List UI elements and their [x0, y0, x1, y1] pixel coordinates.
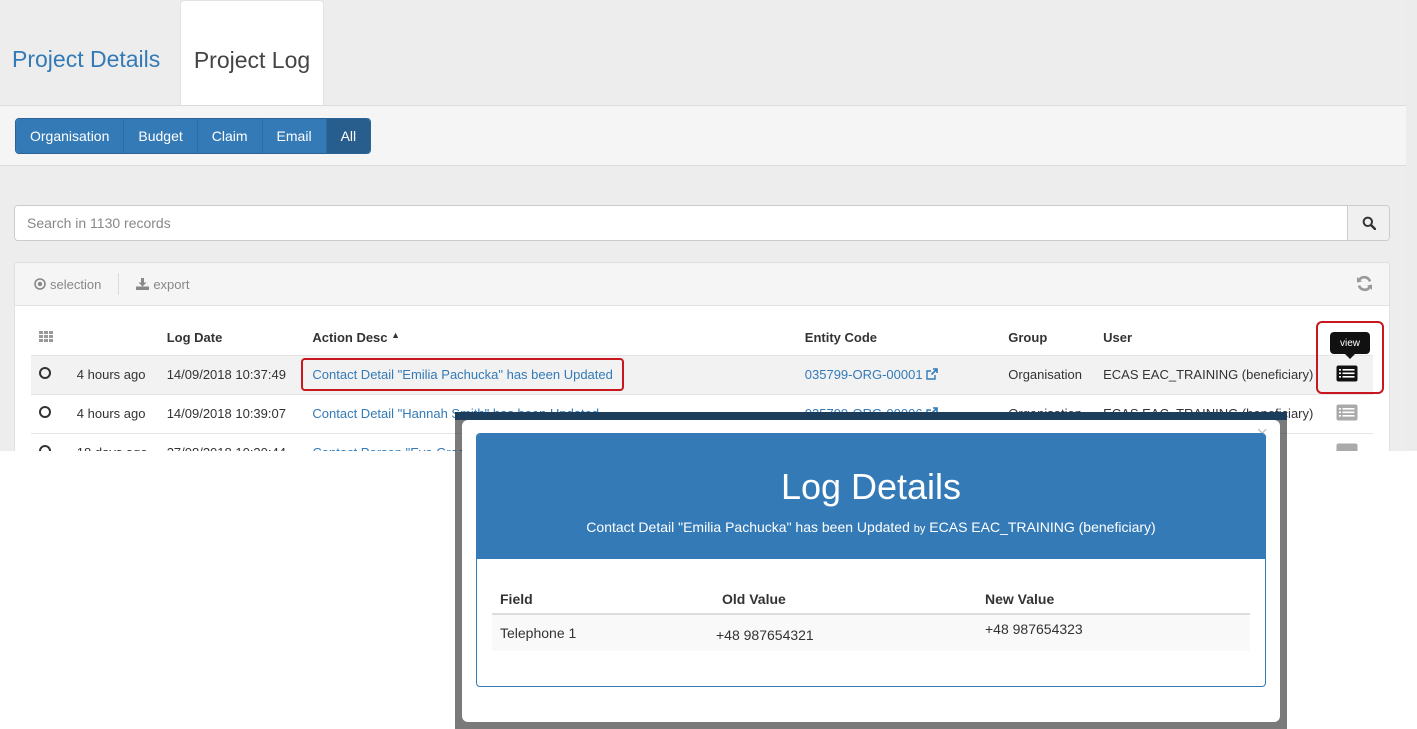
modal-subtitle-action: Contact Detail "Emilia Pachucka" has bee…: [586, 519, 910, 535]
change-old-value: +48 987654321: [714, 614, 977, 651]
row-relative-time: 18 days ago: [68, 432, 159, 451]
header-relative-time: [69, 321, 159, 355]
filter-budget-button[interactable]: Budget: [124, 119, 198, 153]
header-log-date[interactable]: Log Date: [159, 321, 305, 355]
modal-subtitle-by: by: [913, 523, 926, 535]
filter-button-group: Organisation Budget Claim Email All: [15, 118, 372, 154]
list-icon: [1336, 404, 1358, 420]
modal-header: Log Details Contact Detail "Emilia Pachu…: [477, 434, 1265, 559]
modal-backdrop-edge: [455, 412, 1287, 420]
header-action-desc[interactable]: Action Desc ▲: [304, 321, 796, 355]
search-input[interactable]: [15, 206, 1347, 240]
filter-organisation-button[interactable]: Organisation: [16, 119, 125, 153]
row-action-desc-cell: Contact Detail "Emilia Pachucka" has bee…: [301, 354, 797, 394]
row-log-date: 14/09/2018 10:39:07: [158, 393, 305, 433]
modal-subtitle: Contact Detail "Emilia Pachucka" has bee…: [477, 519, 1265, 535]
list-icon: [1336, 443, 1358, 451]
row-relative-time: 4 hours ago: [68, 393, 159, 433]
row-view-cell: [1321, 432, 1373, 451]
view-button[interactable]: [1336, 404, 1358, 424]
row-select-radio[interactable]: [31, 354, 69, 394]
row-user: ECAS EAC_TRAINING (beneficiary): [1095, 354, 1322, 394]
column-chooser[interactable]: [31, 321, 69, 355]
modal-content: Log Details Contact Detail "Emilia Pachu…: [476, 433, 1266, 687]
export-button[interactable]: export: [136, 277, 189, 292]
header-field: Field: [492, 584, 714, 615]
table-row[interactable]: 4 hours ago 14/09/2018 10:37:49 Contact …: [31, 354, 1373, 394]
export-label: export: [153, 276, 190, 292]
search-button[interactable]: [1347, 206, 1389, 240]
page-edge: [1406, 0, 1417, 451]
row-entity-code-cell: 035799-ORG-00001: [796, 354, 1001, 394]
changes-table: Field Old Value New Value Telephone 1 +4…: [492, 584, 1250, 651]
refresh-icon: [1357, 275, 1372, 292]
filter-bar: Organisation Budget Claim Email All: [0, 105, 1406, 166]
search-bar: [14, 205, 1390, 241]
target-icon: [34, 278, 46, 290]
changes-header-row: Field Old Value New Value: [492, 584, 1250, 615]
change-new-value: +48 987654323: [977, 614, 1250, 651]
view-tooltip: view: [1330, 332, 1370, 359]
filter-all-button[interactable]: All: [326, 119, 371, 153]
search-icon: [1362, 216, 1376, 230]
modal-title: Log Details: [780, 466, 962, 507]
row-log-date: 14/09/2018 10:37:49: [158, 354, 305, 394]
modal-subtitle-user: ECAS EAC_TRAINING (beneficiary): [929, 519, 1156, 535]
row-entity-code-link[interactable]: 035799-ORG-00001: [805, 367, 923, 382]
tab-project-details[interactable]: Project Details: [12, 0, 160, 105]
header-new-value: New Value: [977, 584, 1250, 615]
project-page: Project Details Project Log Organisation…: [0, 0, 1417, 451]
row-select-radio[interactable]: [31, 432, 69, 451]
change-field: Telephone 1: [492, 614, 714, 651]
changes-row: Telephone 1 +48 987654321 +48 987654323: [492, 614, 1250, 651]
tab-bar: Project Details Project Log: [0, 0, 1417, 105]
row-view-cell: [1321, 393, 1373, 433]
view-button[interactable]: [1336, 443, 1358, 451]
row-group: Organisation: [1000, 354, 1096, 394]
header-group[interactable]: Group: [1000, 321, 1095, 355]
filter-email-button[interactable]: Email: [262, 119, 327, 153]
selection-label: selection: [50, 276, 102, 292]
table-header-row: Log Date Action Desc ▲ Entity Code Group…: [31, 321, 1373, 355]
row-action-desc-link[interactable]: Contact Detail "Emilia Pachucka" has bee…: [301, 358, 624, 391]
external-link-icon[interactable]: [926, 368, 939, 380]
filter-claim-button[interactable]: Claim: [197, 119, 263, 153]
row-select-radio[interactable]: [31, 393, 69, 433]
sort-asc-icon: ▲: [391, 330, 401, 341]
row-relative-time: 4 hours ago: [68, 354, 159, 394]
header-action-desc-label: Action Desc: [312, 330, 388, 346]
header-entity-code[interactable]: Entity Code: [797, 321, 1000, 355]
download-icon: [136, 278, 150, 290]
selection-button[interactable]: selection: [34, 277, 101, 292]
panel-toolbar: selection export: [15, 263, 1389, 306]
header-user[interactable]: User: [1095, 321, 1321, 355]
tab-project-log[interactable]: Project Log: [180, 0, 324, 105]
header-old-value: Old Value: [714, 584, 977, 615]
grid-icon: [39, 331, 53, 343]
toolbar-divider: [118, 273, 120, 295]
log-details-modal: × Log Details Contact Detail "Emilia Pac…: [462, 420, 1280, 722]
row-action-desc-link[interactable]: Contact Person "Eva Groe: [312, 445, 465, 451]
refresh-button[interactable]: [1356, 275, 1373, 297]
row-log-date: 27/08/2018 10:30:44: [158, 432, 305, 451]
